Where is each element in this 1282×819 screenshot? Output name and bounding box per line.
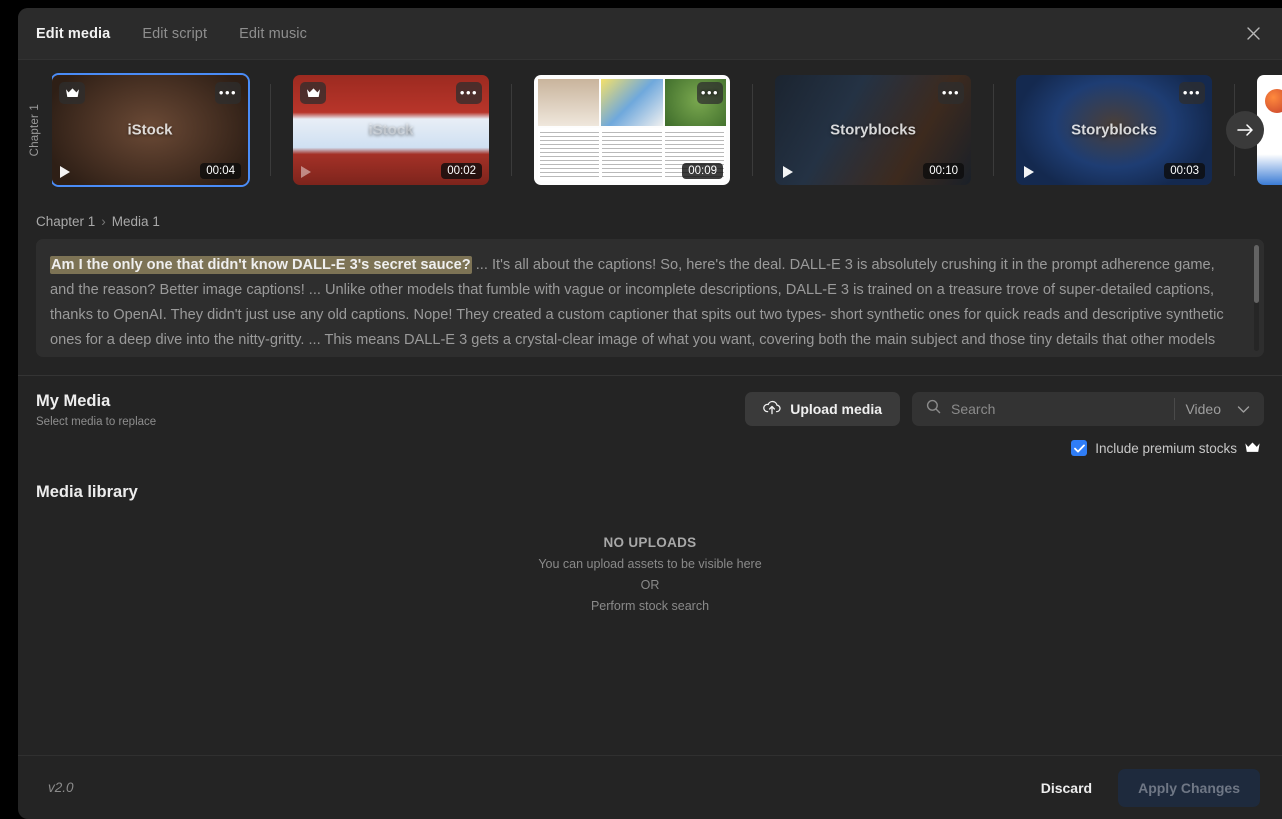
clip-separator: [511, 84, 512, 176]
clip-watermark: iStock: [127, 121, 173, 139]
clip-more-options-button[interactable]: •••: [1179, 82, 1205, 104]
clip-thumbnail-3[interactable]: ••• 00:09: [534, 75, 730, 185]
include-premium-stocks-checkbox[interactable]: [1071, 440, 1088, 456]
empty-state-line-2[interactable]: Perform stock search: [591, 599, 709, 613]
transcript-panel: Am I the only one that didn't know DALL-…: [36, 239, 1264, 357]
search-icon: [926, 399, 941, 419]
clip-watermark: Storyblocks: [1071, 121, 1157, 139]
version-label: v2.0: [48, 780, 74, 795]
clip-duration: 00:03: [1164, 163, 1205, 179]
breadcrumb-chapter[interactable]: Chapter 1: [36, 214, 95, 229]
clip-list[interactable]: ••• iStock 00:04 ••• iStock 00:02 ••• 00…: [52, 60, 1282, 200]
search-divider: [1174, 398, 1176, 420]
tab-edit-music[interactable]: Edit music: [239, 26, 307, 42]
clip-duration: 00:09: [682, 163, 723, 179]
clip-watermark: Storyblocks: [830, 121, 916, 139]
clip-separator: [270, 84, 271, 176]
cloud-upload-icon: [763, 400, 781, 418]
crown-icon: [59, 82, 85, 104]
transcript-highlight: Am I the only one that didn't know DALL-…: [50, 256, 472, 274]
my-media-title: My Media: [36, 392, 111, 410]
transcript-text[interactable]: Am I the only one that didn't know DALL-…: [36, 239, 1264, 357]
chapter-label-text: Chapter 1: [29, 103, 41, 157]
clip-thumbnail-4[interactable]: ••• Storyblocks 00:10: [775, 75, 971, 185]
clip-duration: 00:02: [441, 163, 482, 179]
clip-thumbnail-2[interactable]: ••• iStock 00:02: [293, 75, 489, 185]
clip-duration: 00:04: [200, 163, 241, 179]
tab-edit-script[interactable]: Edit script: [142, 26, 207, 42]
media-library-title: Media library: [36, 483, 138, 501]
media-type-dropdown[interactable]: Video: [1185, 401, 1258, 417]
crown-icon: [1245, 441, 1260, 456]
clip-watermark: iStock: [368, 121, 414, 139]
my-media-subtitle: Select media to replace: [36, 416, 157, 428]
play-icon[interactable]: [1024, 166, 1034, 178]
search-bar[interactable]: Video: [912, 392, 1264, 426]
breadcrumb-media[interactable]: Media 1: [112, 214, 160, 229]
tab-edit-media[interactable]: Edit media: [36, 26, 110, 42]
media-library-empty-state: NO UPLOADS You can upload assets to be v…: [18, 502, 1282, 755]
search-input[interactable]: [951, 401, 1165, 417]
clip-thumbnail-1[interactable]: ••• iStock 00:04: [52, 73, 250, 187]
empty-state-line-1: You can upload assets to be visible here: [538, 556, 762, 571]
apply-changes-button[interactable]: Apply Changes: [1118, 768, 1260, 807]
crown-icon: [300, 82, 326, 104]
breadcrumb: Chapter 1 › Media 1: [18, 200, 1282, 239]
arrow-right-icon[interactable]: [1226, 111, 1264, 149]
timeline-strip: Chapter 1 ••• iStock 00:04 ••• iStock 00…: [18, 60, 1282, 200]
upload-media-button[interactable]: Upload media: [745, 392, 900, 426]
media-type-value: Video: [1185, 401, 1221, 417]
transcript-scrollbar-thumb[interactable]: [1254, 245, 1259, 303]
modal-tabbar: Edit media Edit script Edit music: [18, 8, 1282, 60]
play-icon[interactable]: [60, 166, 70, 178]
clip-more-options-button[interactable]: •••: [456, 82, 482, 104]
modal-footer: v2.0 Discard Apply Changes: [18, 755, 1282, 819]
chevron-down-icon: [1237, 401, 1250, 417]
close-icon[interactable]: [1240, 21, 1266, 47]
discard-button[interactable]: Discard: [1041, 780, 1092, 796]
play-icon[interactable]: [301, 166, 311, 178]
chapter-vertical-label: Chapter 1: [18, 60, 52, 200]
clip-thumbnail-5[interactable]: ••• Storyblocks 00:03: [1016, 75, 1212, 185]
clip-more-options-button[interactable]: •••: [215, 82, 241, 104]
my-media-section: My Media Select media to replace Upload …: [18, 376, 1282, 428]
include-premium-stocks-label: Include premium stocks: [1095, 440, 1237, 456]
clip-duration: 00:10: [923, 163, 964, 179]
empty-state-or: OR: [640, 577, 660, 592]
breadcrumb-separator: ›: [101, 214, 106, 229]
include-premium-stocks-row[interactable]: Include premium stocks: [18, 428, 1282, 456]
empty-state-title: NO UPLOADS: [603, 534, 697, 550]
clip-more-options-button[interactable]: •••: [938, 82, 964, 104]
clip-separator: [752, 84, 753, 176]
transcript-scrollbar[interactable]: [1254, 245, 1259, 351]
clip-separator: [993, 84, 994, 176]
clip-more-options-button[interactable]: •••: [697, 82, 723, 104]
play-icon[interactable]: [783, 166, 793, 178]
upload-media-label: Upload media: [790, 401, 882, 417]
edit-media-modal: Edit media Edit script Edit music Chapte…: [18, 8, 1282, 819]
